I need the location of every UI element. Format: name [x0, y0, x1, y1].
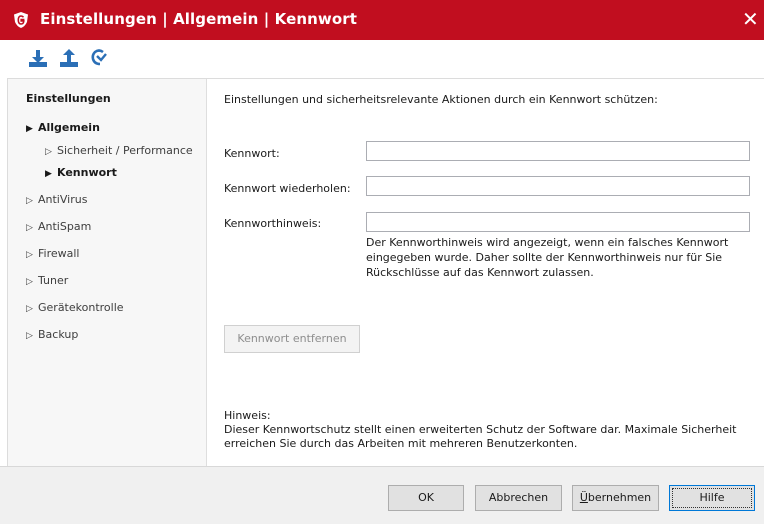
window-title: Einstellungen | Allgemein | Kennwort	[40, 10, 358, 28]
help-button[interactable]: Hilfe	[669, 485, 755, 511]
sidebar-item-firewall[interactable]: ▷ Firewall	[26, 247, 79, 260]
divider	[7, 79, 8, 466]
password-repeat-label: Kennwort wiederholen:	[224, 182, 351, 195]
ok-button[interactable]: OK	[388, 485, 464, 511]
sidebar-item-kennwort[interactable]: ▶ Kennwort	[45, 166, 117, 179]
collapsed-triangle-icon: ▷	[26, 277, 33, 287]
collapsed-triangle-icon: ▷	[26, 331, 33, 341]
import-icon[interactable]	[27, 47, 49, 69]
toolbar	[0, 40, 764, 78]
password-hint-description: Der Kennworthinweis wird angezeigt, wenn…	[366, 236, 729, 279]
password-hint-label: Kennworthinweis:	[224, 217, 322, 230]
remove-password-button[interactable]: Kennwort entfernen	[224, 325, 360, 353]
sidebar-item-antispam[interactable]: ▷ AntiSpam	[26, 220, 91, 233]
collapsed-triangle-icon: ▷	[26, 196, 33, 206]
sidebar-item-backup[interactable]: ▷ Backup	[26, 328, 78, 341]
sidebar-item-allgemein[interactable]: ▶ Allgemein	[26, 121, 100, 134]
selected-triangle-icon: ▶	[45, 169, 52, 179]
sidebar-item-sicherheit-performance[interactable]: ▷ Sicherheit / Performance	[45, 144, 193, 157]
collapsed-triangle-icon: ▷	[45, 147, 52, 157]
note-block: Hinweis: Dieser Kennwortschutz stellt ei…	[224, 409, 744, 451]
cancel-button[interactable]: Abbrechen	[475, 485, 562, 511]
close-icon[interactable]: ✕	[742, 8, 759, 30]
reset-icon[interactable]	[88, 47, 110, 69]
password-hint-input[interactable]	[366, 212, 750, 232]
apply-button[interactable]: Übernehmen	[572, 485, 659, 511]
shield-logo-icon	[14, 12, 28, 28]
expand-triangle-icon: ▶	[26, 124, 33, 134]
intro-text: Einstellungen und sicherheitsrelevante A…	[224, 93, 658, 106]
password-input[interactable]	[366, 141, 750, 161]
password-repeat-input[interactable]	[366, 176, 750, 196]
export-icon[interactable]	[58, 47, 80, 69]
note-title: Hinweis:	[224, 409, 271, 422]
password-label: Kennwort:	[224, 147, 280, 160]
collapsed-triangle-icon: ▷	[26, 304, 33, 314]
sidebar-item-tuner[interactable]: ▷ Tuner	[26, 274, 68, 287]
sidebar-item-geraetekontrolle[interactable]: ▷ Gerätekontrolle	[26, 301, 124, 314]
collapsed-triangle-icon: ▷	[26, 223, 33, 233]
sidebar-item-antivirus[interactable]: ▷ AntiVirus	[26, 193, 87, 206]
title-bar: Einstellungen | Allgemein | Kennwort ✕	[0, 0, 764, 40]
collapsed-triangle-icon: ▷	[26, 250, 33, 260]
sidebar	[7, 79, 207, 466]
sidebar-title: Einstellungen	[26, 92, 111, 105]
